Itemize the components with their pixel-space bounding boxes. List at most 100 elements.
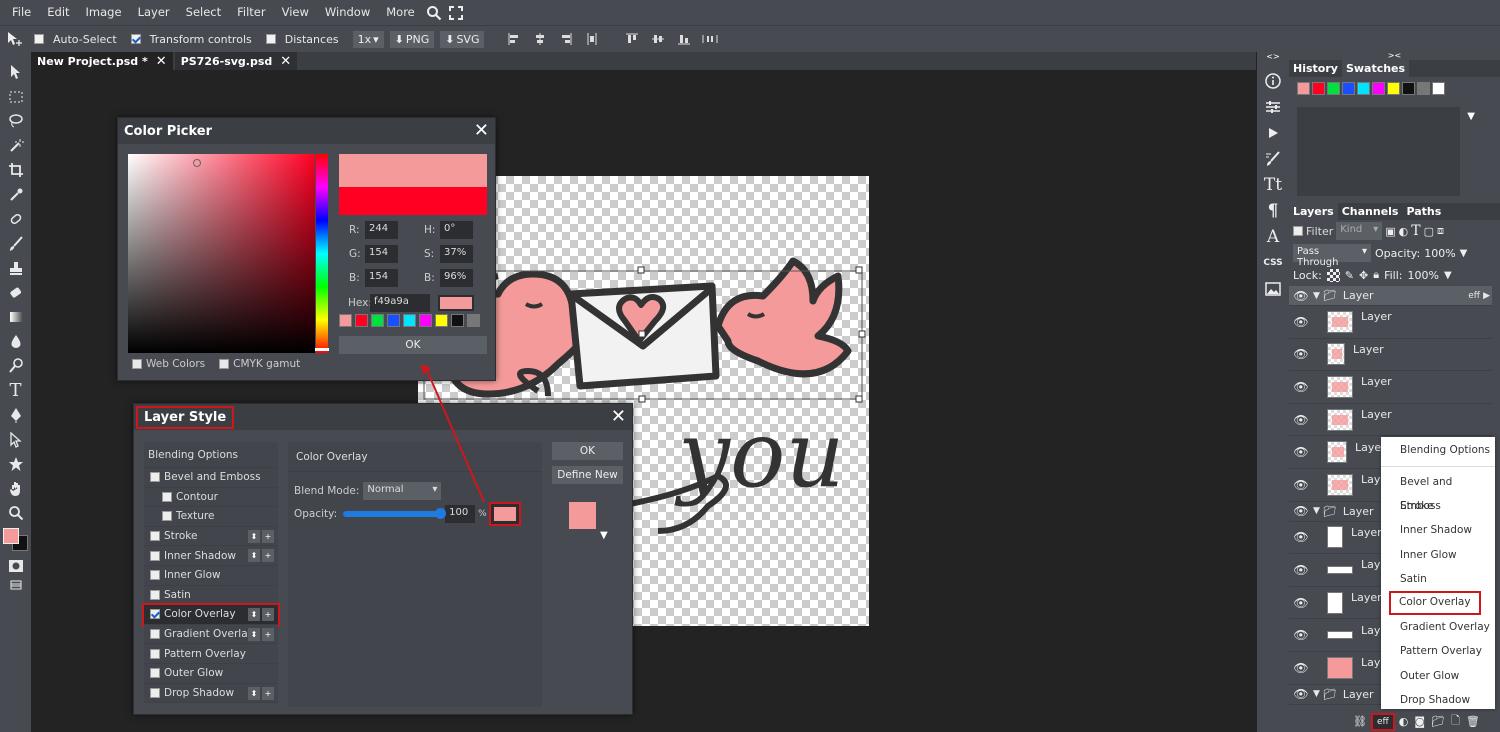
link-icon[interactable]: ⛓︎: [1353, 715, 1367, 728]
chevron-down-icon[interactable]: ▼: [1467, 111, 1475, 122]
r-input[interactable]: 244: [365, 221, 398, 239]
export-png-button[interactable]: ⬇ PNG: [389, 30, 435, 48]
sort-icon[interactable]: ⬍: [248, 529, 260, 543]
transform-controls-checkbox[interactable]: [130, 34, 141, 44]
distances-checkbox[interactable]: [265, 34, 276, 44]
swatch[interactable]: [1372, 82, 1385, 95]
swatch[interactable]: [355, 314, 368, 327]
mask-icon[interactable]: ◙: [1414, 715, 1425, 728]
new-group-icon[interactable]: 📁︎: [1431, 715, 1445, 728]
menu-view[interactable]: View: [274, 0, 317, 25]
layer-opacity-value[interactable]: 100%: [1424, 247, 1455, 260]
menu-blending-options[interactable]: Blending Options: [1381, 437, 1495, 463]
collapse-icon[interactable]: ><: [1289, 52, 1500, 60]
style-inner-glow[interactable]: Inner Glow: [144, 565, 278, 586]
g-input[interactable]: 154: [365, 245, 398, 263]
adjustments-icon[interactable]: [1257, 94, 1289, 120]
healing-brush-icon[interactable]: [0, 207, 31, 232]
s-input[interactable]: 37%: [440, 245, 473, 263]
lock-transparency-icon[interactable]: [1326, 268, 1340, 282]
eye-icon[interactable]: 👁︎: [1289, 661, 1313, 675]
delete-icon[interactable]: 🗑︎: [1466, 715, 1480, 728]
path-select-icon[interactable]: [0, 428, 31, 453]
eye-icon[interactable]: 👁︎: [1289, 289, 1313, 303]
character-icon[interactable]: Tt: [1257, 172, 1289, 198]
lock-all-icon[interactable]: 🔒︎: [1373, 268, 1379, 282]
add-icon[interactable]: +: [262, 627, 274, 641]
chevron-down-icon[interactable]: ▼: [1444, 270, 1452, 281]
collapse-icon[interactable]: <>: [1257, 52, 1289, 68]
zoom-dropdown[interactable]: 1x ▾: [352, 30, 384, 48]
swatch[interactable]: [1312, 82, 1325, 95]
close-icon[interactable]: ✕: [611, 408, 626, 426]
filter-checkbox[interactable]: [1293, 226, 1303, 236]
effects-button[interactable]: eff: [1370, 712, 1395, 731]
menu-layer[interactable]: Layer: [130, 0, 178, 25]
lock-brush-icon[interactable]: ✎: [1345, 269, 1354, 282]
align-center-h-icon[interactable]: [530, 30, 550, 48]
filter-type-icon[interactable]: T: [1411, 223, 1420, 239]
chevron-down-icon[interactable]: ▼: [1313, 506, 1320, 516]
align-middle-icon[interactable]: [648, 30, 668, 48]
eye-icon[interactable]: 👁︎: [1289, 380, 1313, 394]
swatch[interactable]: [403, 314, 416, 327]
filter-smart-icon[interactable]: ⧈: [1437, 224, 1444, 238]
swatch[interactable]: [1402, 82, 1415, 95]
menu-color-overlay[interactable]: Color Overlay: [1381, 590, 1495, 615]
chevron-down-icon[interactable]: ▼: [1313, 689, 1320, 699]
swatch[interactable]: [1297, 82, 1310, 95]
b-input[interactable]: 154: [365, 269, 398, 287]
info-icon[interactable]: [1257, 68, 1289, 94]
lasso-tool-icon[interactable]: [0, 109, 31, 134]
style-satin[interactable]: Satin: [144, 585, 278, 606]
tab-ps726[interactable]: PS726-svg.psd ✕: [174, 52, 298, 70]
shape-tool-icon[interactable]: [0, 452, 31, 477]
menu-inner-shadow[interactable]: Inner Shadow: [1381, 518, 1495, 542]
eye-icon[interactable]: 👁︎: [1289, 478, 1313, 492]
style-texture[interactable]: Texture: [144, 507, 278, 527]
add-icon[interactable]: +: [262, 686, 274, 700]
chevron-down-icon[interactable]: ▼: [1460, 248, 1468, 259]
style-checkbox[interactable]: [150, 629, 160, 640]
menu-outer-glow[interactable]: Outer Glow: [1381, 664, 1495, 688]
web-colors-checkbox[interactable]: [132, 359, 142, 369]
style-checkbox[interactable]: [150, 648, 160, 659]
add-icon[interactable]: +: [262, 549, 274, 563]
close-icon[interactable]: ✕: [474, 122, 489, 140]
move-tool-icon[interactable]: [0, 60, 31, 85]
add-icon[interactable]: +: [262, 608, 274, 622]
filter-adjust-icon[interactable]: ◐: [1399, 225, 1409, 238]
swatch[interactable]: [1417, 82, 1430, 95]
effects-badge[interactable]: eff: [1468, 291, 1480, 301]
style-bevel-emboss[interactable]: Bevel and Emboss: [144, 468, 278, 488]
menu-image[interactable]: Image: [78, 0, 130, 25]
style-checkbox[interactable]: [150, 589, 160, 600]
color-swatches[interactable]: [0, 526, 31, 556]
glyphs-icon[interactable]: A: [1257, 224, 1289, 250]
stamp-tool-icon[interactable]: [0, 256, 31, 281]
color-picker-ok-button[interactable]: OK: [339, 336, 487, 354]
style-gradient-overlay[interactable]: Gradient Overlay ⬍ +: [144, 624, 278, 645]
eye-icon[interactable]: 👁︎: [1289, 413, 1313, 427]
add-icon[interactable]: +: [262, 529, 274, 543]
swatch[interactable]: [1387, 82, 1400, 95]
layer-row[interactable]: 👁︎ Layer: [1289, 371, 1492, 404]
layer-row[interactable]: 👁︎ Layer: [1289, 306, 1492, 339]
dodge-tool-icon[interactable]: [0, 354, 31, 379]
tab-swatches[interactable]: Swatches: [1341, 60, 1410, 77]
saturation-value-field[interactable]: [128, 154, 315, 353]
menu-inner-glow[interactable]: Inner Glow: [1381, 543, 1495, 567]
css-icon[interactable]: CSS: [1257, 250, 1289, 276]
kind-dropdown[interactable]: Kind ▾: [1336, 222, 1383, 240]
hand-tool-icon[interactable]: [0, 477, 31, 502]
style-checkbox[interactable]: [150, 609, 160, 620]
crop-tool-icon[interactable]: [0, 158, 31, 183]
style-checkbox[interactable]: [162, 491, 172, 502]
style-inner-shadow[interactable]: Inner Shadow ⬍ +: [144, 546, 278, 566]
dialog-header[interactable]: Color Picker ✕: [118, 118, 495, 144]
chevron-down-icon[interactable]: ▼: [600, 530, 608, 541]
sort-icon[interactable]: ⬍: [248, 627, 260, 641]
style-checkbox[interactable]: [150, 531, 160, 542]
menu-satin[interactable]: Satin: [1381, 567, 1495, 591]
hue-slider[interactable]: [315, 154, 329, 353]
